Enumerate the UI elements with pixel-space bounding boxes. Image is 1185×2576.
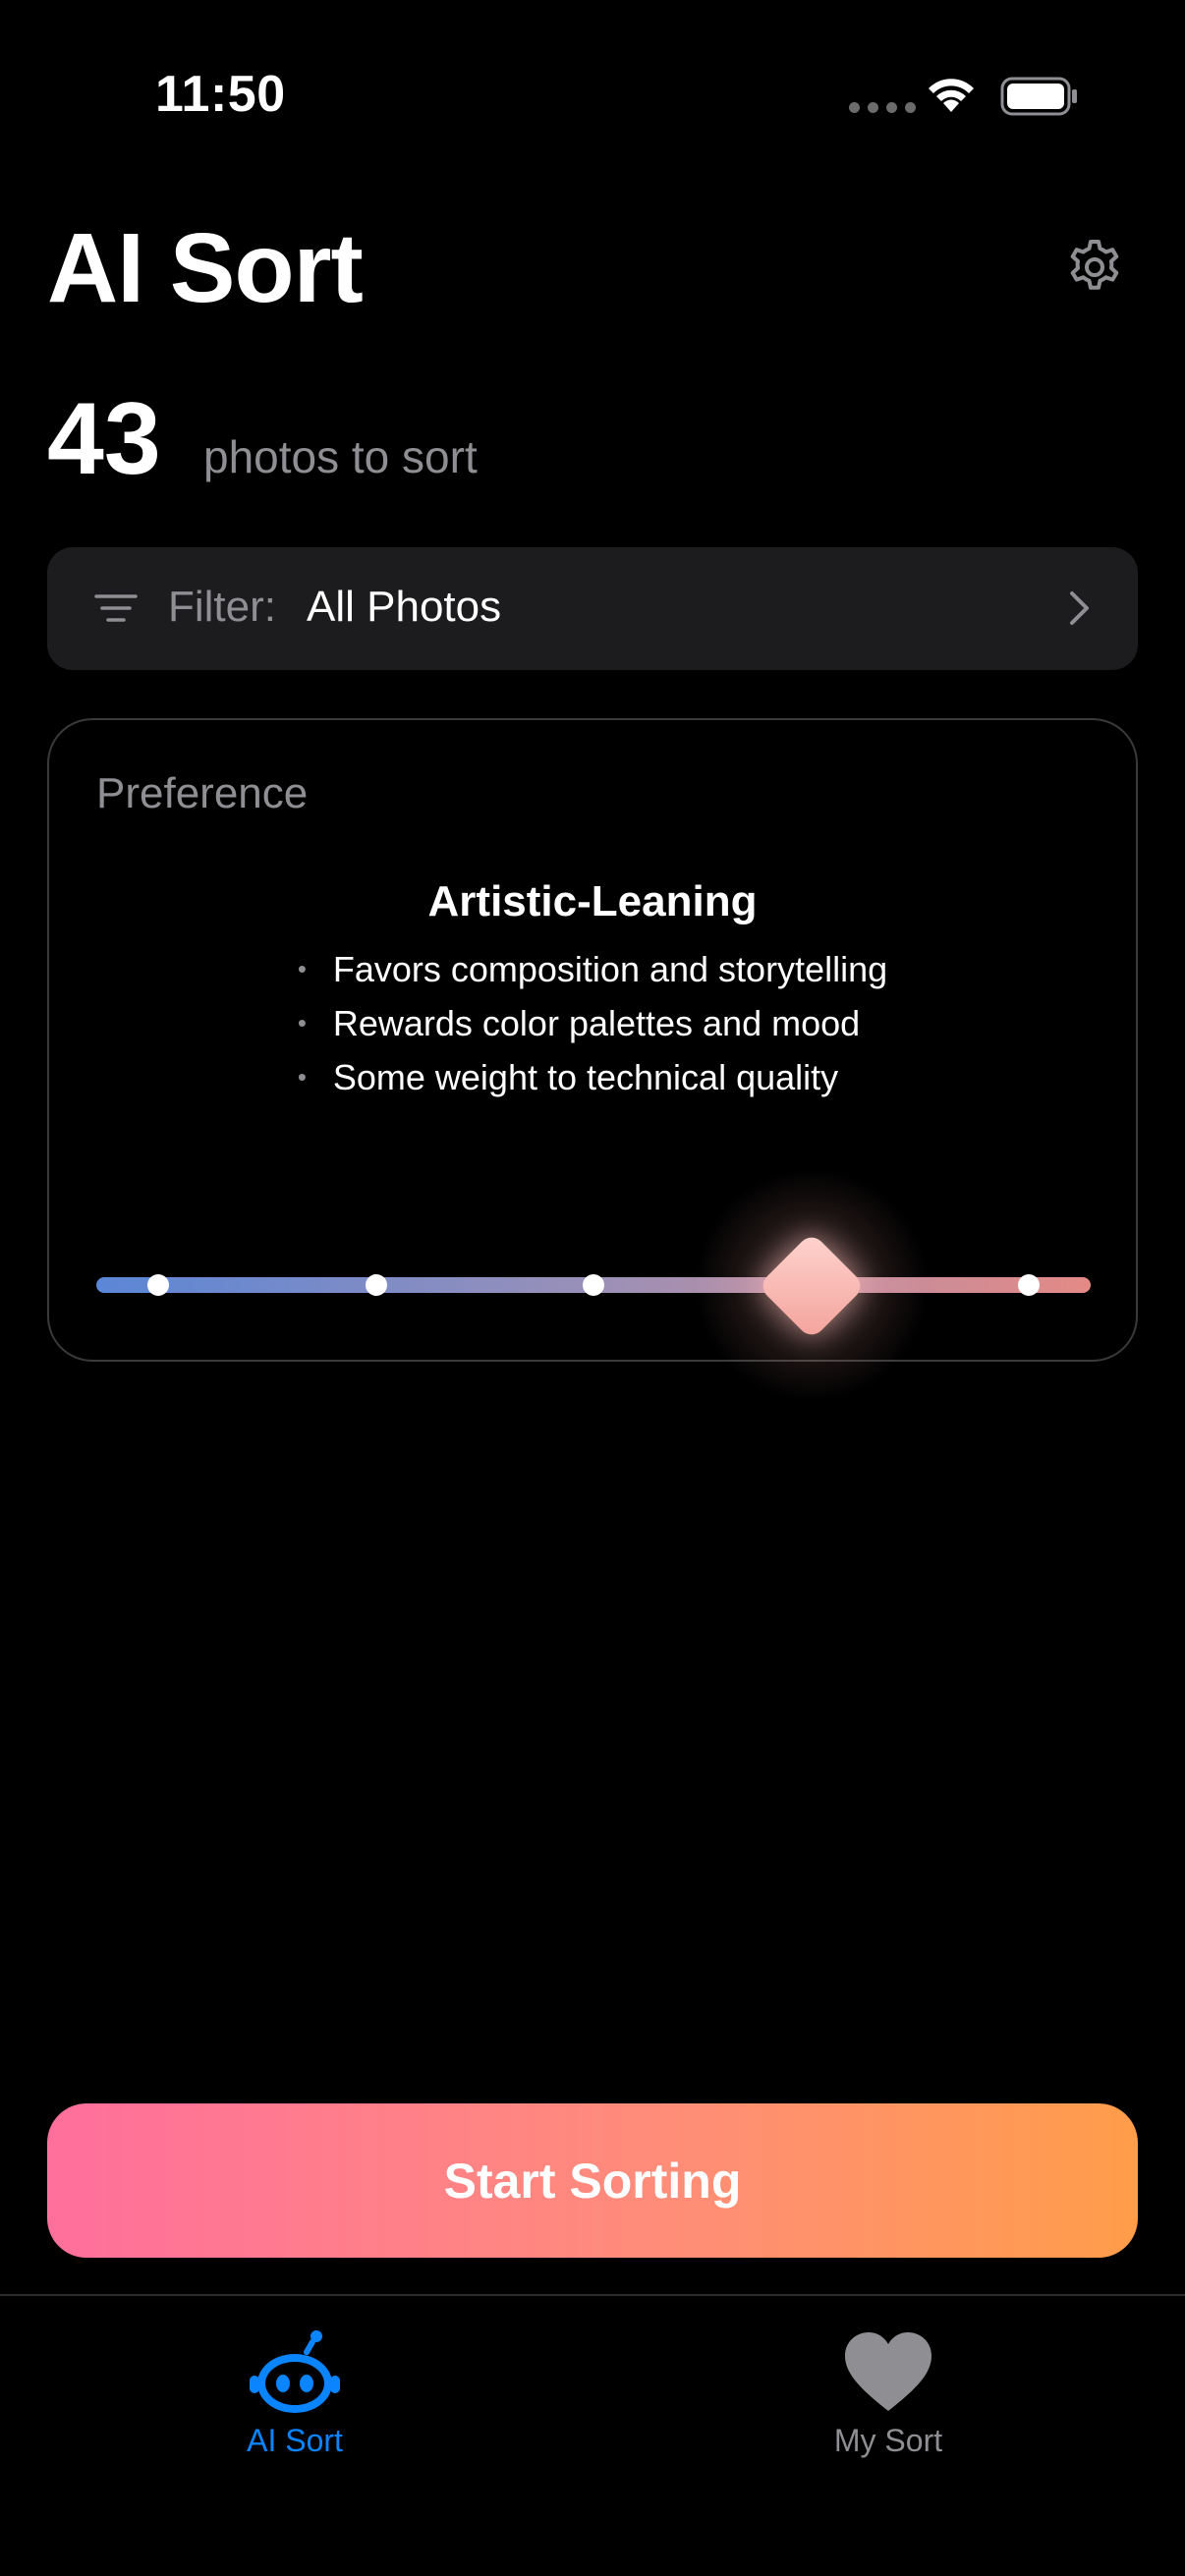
start-sorting-button[interactable]: Start Sorting xyxy=(47,2103,1138,2258)
robot-icon xyxy=(250,2330,340,2413)
battery-icon xyxy=(1000,77,1077,116)
filter-value: All Photos xyxy=(307,583,502,631)
slider-stop[interactable] xyxy=(583,1274,604,1296)
tab-ai-sort[interactable]: AI Sort xyxy=(147,2328,442,2459)
filter-label: Filter: xyxy=(168,583,276,631)
preference-slider[interactable] xyxy=(96,1167,1091,1403)
photo-count-label: photos to sort xyxy=(203,431,478,482)
chevron-right-icon xyxy=(1070,591,1089,625)
filter-lines-icon xyxy=(94,594,138,622)
preference-bullet: Some weight to technical quality xyxy=(298,1050,887,1104)
slider-stop[interactable] xyxy=(365,1274,387,1296)
tab-bar-divider xyxy=(0,2294,1185,2296)
tab-my-sort[interactable]: My Sort xyxy=(741,2328,1036,2459)
page-title: AI Sort xyxy=(47,213,364,323)
photo-count: 43 xyxy=(47,382,161,496)
tab-label: My Sort xyxy=(833,2423,943,2458)
filter-row[interactable]: Filter: All Photos xyxy=(47,547,1138,670)
gear-icon[interactable] xyxy=(1063,236,1126,299)
tab-label: AI Sort xyxy=(247,2423,343,2458)
preference-label: Preference xyxy=(96,769,309,817)
preference-title: Artistic-Leaning xyxy=(427,877,758,925)
preference-bullets: Favors composition and storytelling Rewa… xyxy=(49,942,1136,1104)
slider-stop[interactable] xyxy=(147,1274,169,1296)
preference-bullet: Favors composition and storytelling xyxy=(298,942,887,996)
preference-bullet: Rewards color palettes and mood xyxy=(298,996,887,1050)
preference-card: Preference Artistic-Leaning Favors compo… xyxy=(47,718,1138,1403)
slider-stop[interactable] xyxy=(1018,1274,1040,1296)
wifi-icon xyxy=(929,79,974,112)
cellular-icon xyxy=(849,102,916,113)
status-time: 11:50 xyxy=(155,66,286,123)
heart-icon xyxy=(845,2332,931,2411)
